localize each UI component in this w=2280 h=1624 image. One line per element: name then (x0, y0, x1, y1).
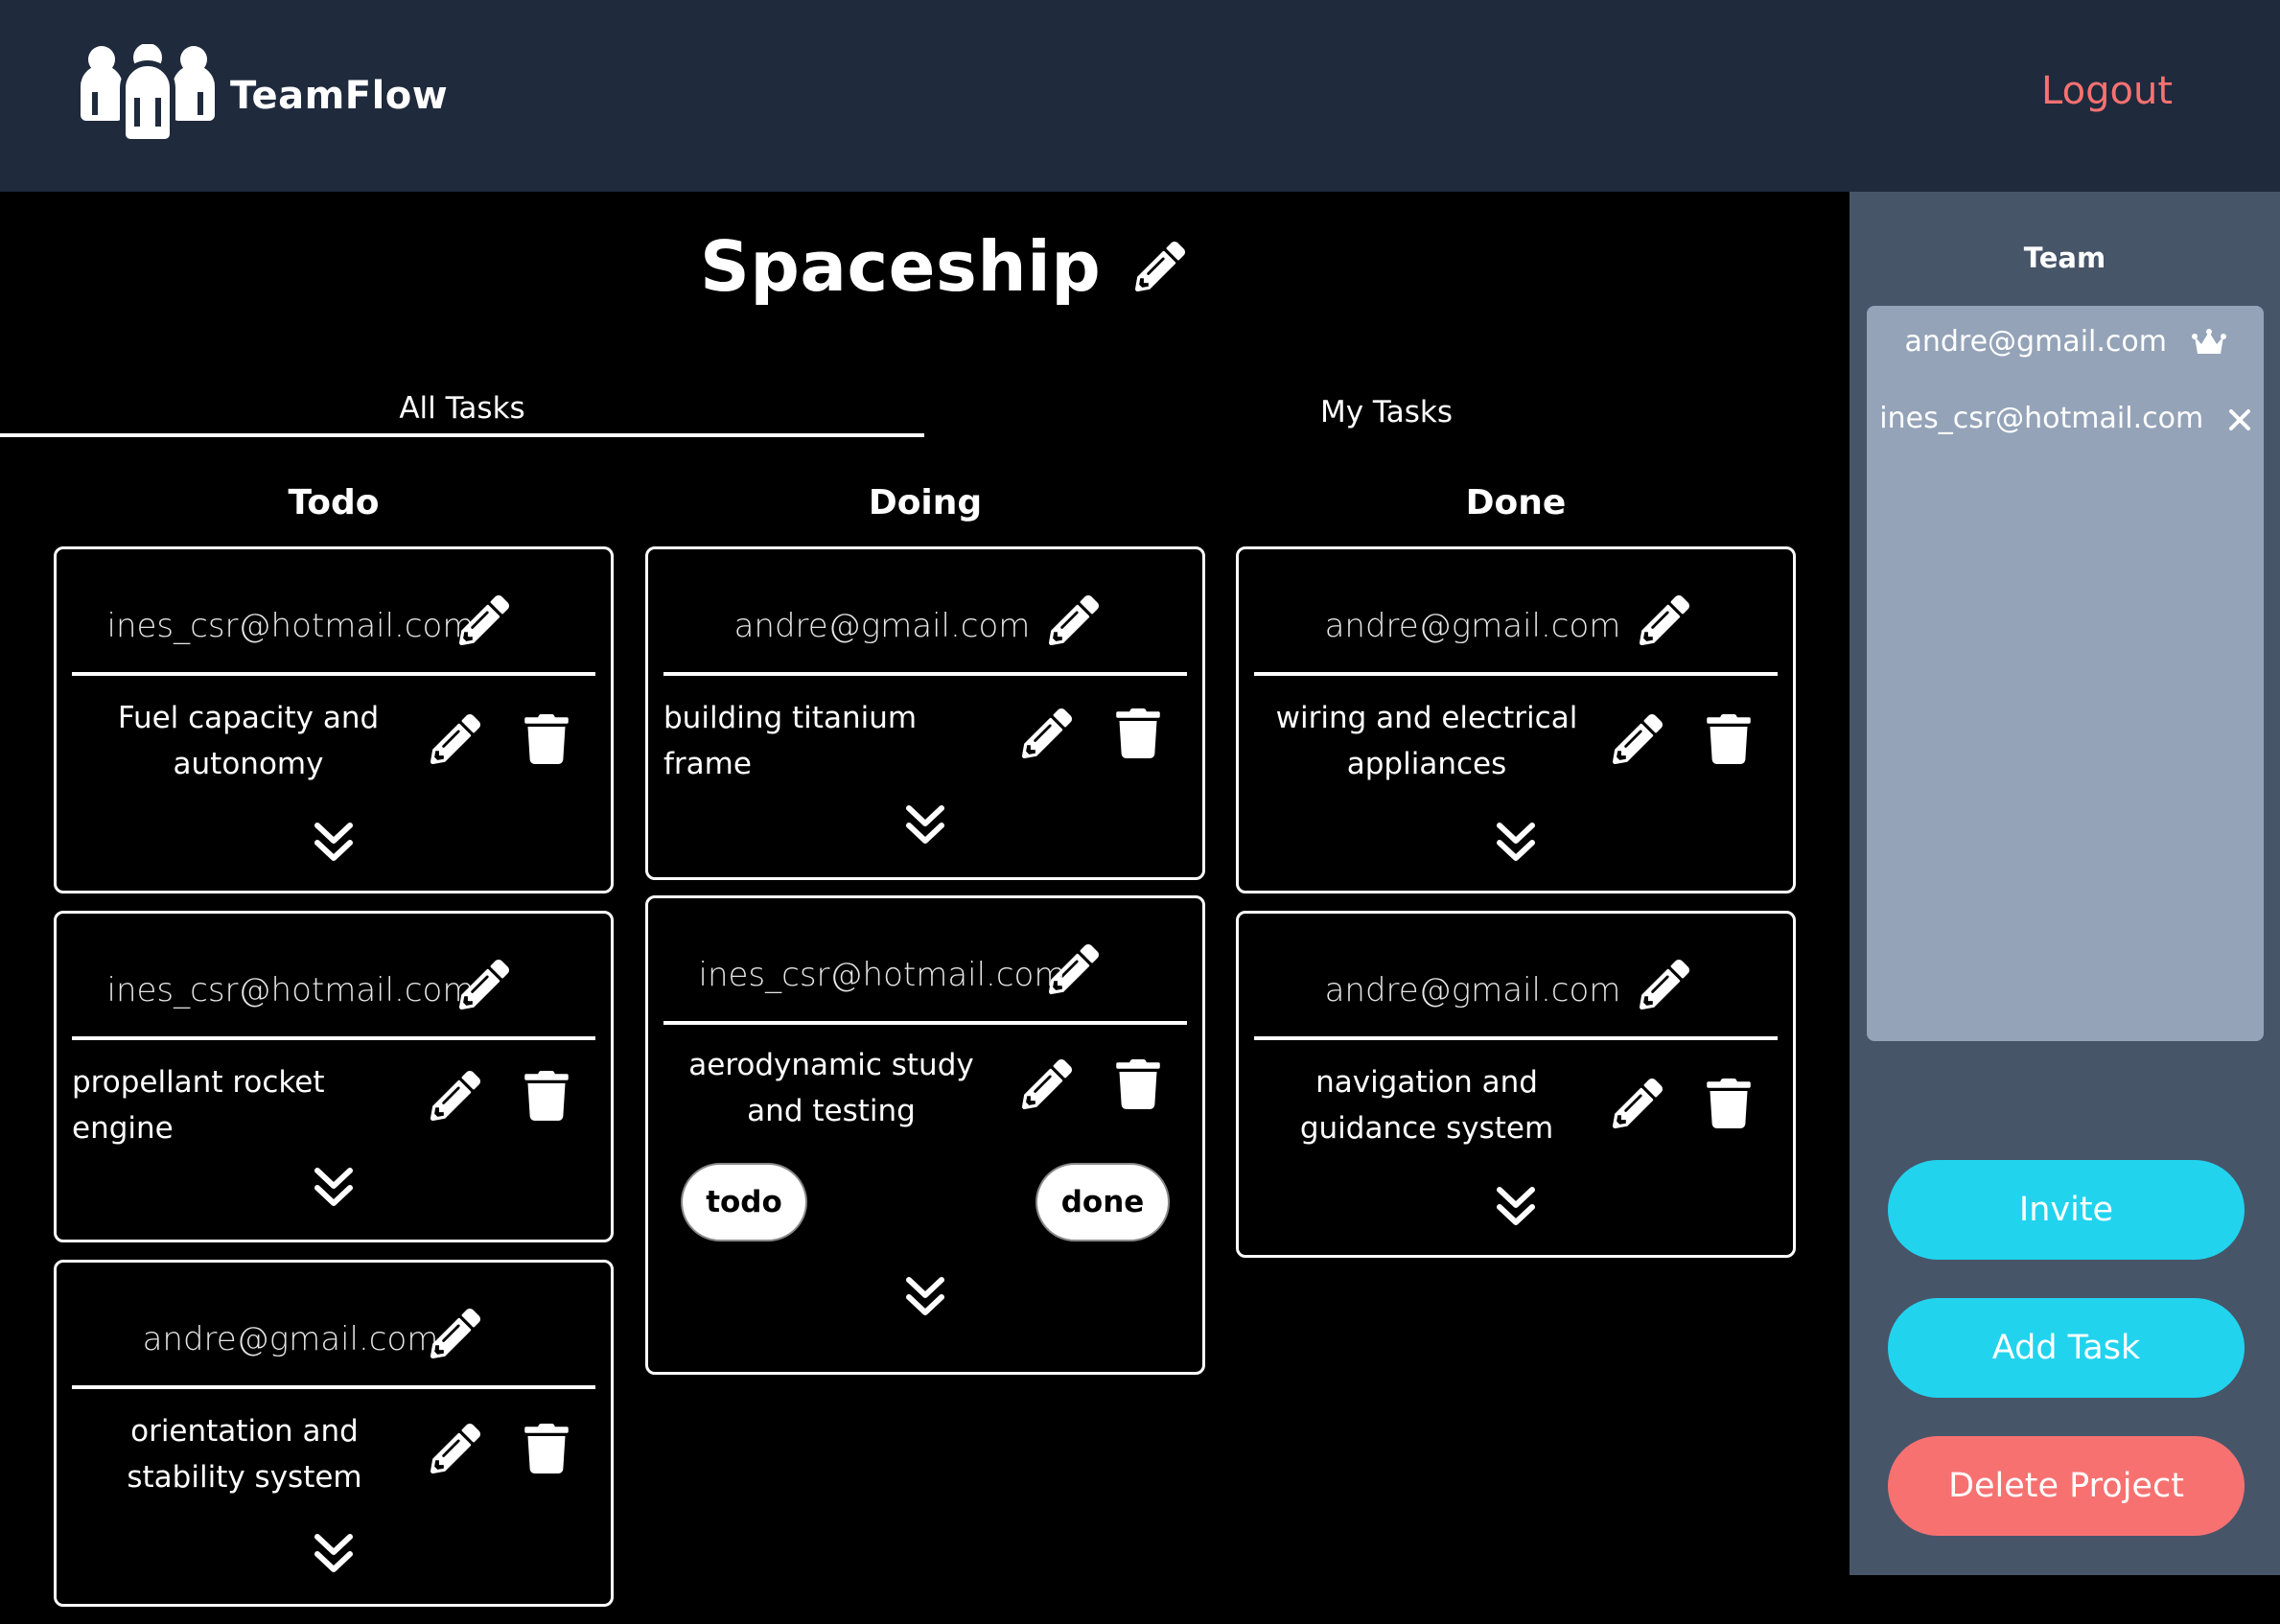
app-name: TeamFlow (230, 74, 449, 118)
top-navbar: TeamFlow Logout (0, 0, 2280, 192)
task-card: andre@gmail.com orientation and stabilit… (54, 1260, 614, 1607)
task-assignee: ines_csr@hotmail.com (106, 971, 475, 1009)
column-title-doing: Doing (868, 483, 983, 522)
delete-task-trash-icon[interactable] (1116, 708, 1160, 758)
task-card: ines_csr@hotmail.com propellant rocket e… (54, 911, 614, 1242)
task-card: andre@gmail.com building titanium frame (645, 546, 1205, 880)
edit-task-pencil-icon[interactable] (430, 1071, 480, 1121)
task-card: andre@gmail.com wiring and electrical ap… (1236, 546, 1796, 893)
task-card-header: ines_csr@hotmail.com (72, 549, 595, 676)
task-card: ines_csr@hotmail.com aerodynamic study a… (645, 895, 1205, 1375)
tab-all-tasks[interactable]: All Tasks (0, 391, 924, 426)
edit-assignee-pencil-icon[interactable] (1049, 595, 1099, 645)
edit-task-pencil-icon[interactable] (1613, 714, 1663, 764)
task-card-header: andre@gmail.com (1254, 549, 1778, 676)
invite-button[interactable]: Invite (1888, 1160, 2245, 1260)
task-assignee: andre@gmail.com (1324, 607, 1621, 645)
delete-task-trash-icon[interactable] (1707, 1079, 1751, 1128)
crown-icon (2191, 328, 2226, 354)
task-title: navigation and guidance system (1299, 1065, 1554, 1146)
task-title: propellant rocket engine (72, 1065, 325, 1146)
edit-assignee-pencil-icon[interactable] (1049, 944, 1099, 994)
team-title: Team (2023, 242, 2106, 274)
task-assignee: andre@gmail.com (142, 1320, 439, 1358)
team-member-owner: andre@gmail.com (1867, 325, 2264, 359)
task-card-header: andre@gmail.com (1254, 914, 1778, 1040)
team-members-list: andre@gmail.com ines_csr@hotmail.com (1867, 306, 2264, 1041)
edit-assignee-pencil-icon[interactable] (430, 1309, 480, 1358)
project-title: Spaceship (700, 226, 1102, 307)
team-member: ines_csr@hotmail.com (1867, 402, 2264, 435)
task-title: orientation and stability system (127, 1414, 362, 1495)
task-card-header: andre@gmail.com (663, 549, 1187, 676)
expand-chevron-icon[interactable] (314, 1531, 354, 1575)
task-title: building titanium frame (663, 701, 918, 781)
delete-task-trash-icon[interactable] (1116, 1059, 1160, 1109)
delete-task-trash-icon[interactable] (524, 1424, 569, 1473)
task-assignee: ines_csr@hotmail.com (106, 607, 475, 645)
column-title-done: Done (1465, 483, 1567, 522)
task-assignee: andre@gmail.com (1324, 971, 1621, 1009)
team-sidebar: Team andre@gmail.com ines_csr@hotmail.co… (1850, 192, 2280, 1575)
member-email: andre@gmail.com (1904, 325, 2167, 359)
task-title: Fuel capacity and autonomy (117, 701, 380, 781)
delete-task-trash-icon[interactable] (524, 714, 569, 764)
active-tab-indicator (0, 433, 924, 437)
edit-task-pencil-icon[interactable] (1022, 1059, 1072, 1109)
edit-task-pencil-icon[interactable] (430, 714, 480, 764)
task-assignee: andre@gmail.com (733, 607, 1031, 645)
tab-my-tasks[interactable]: My Tasks (924, 395, 1849, 429)
delete-task-trash-icon[interactable] (1707, 714, 1751, 764)
task-card-header: andre@gmail.com (72, 1263, 595, 1389)
expand-chevron-icon[interactable] (314, 1165, 354, 1209)
delete-task-trash-icon[interactable] (524, 1071, 569, 1121)
edit-project-pencil-icon[interactable] (1135, 242, 1185, 291)
edit-assignee-pencil-icon[interactable] (459, 595, 509, 645)
task-card-header: ines_csr@hotmail.com (663, 898, 1187, 1025)
task-card: andre@gmail.com navigation and guidance … (1236, 911, 1796, 1258)
task-card-header: ines_csr@hotmail.com (72, 914, 595, 1040)
collapse-chevron-icon[interactable] (905, 1274, 945, 1318)
edit-task-pencil-icon[interactable] (430, 1424, 480, 1473)
expand-chevron-icon[interactable] (314, 820, 354, 864)
task-title: aerodynamic study and testing (688, 1048, 974, 1128)
team-logo-icon (81, 44, 215, 145)
task-title: wiring and electrical appliances (1275, 701, 1578, 781)
remove-member-x-icon[interactable] (2228, 408, 2251, 431)
edit-assignee-pencil-icon[interactable] (1640, 960, 1689, 1009)
edit-assignee-pencil-icon[interactable] (459, 960, 509, 1009)
edit-assignee-pencil-icon[interactable] (1640, 595, 1689, 645)
project-title-row: Spaceship (700, 226, 1185, 307)
task-card: ines_csr@hotmail.com Fuel capacity and a… (54, 546, 614, 893)
column-title-todo: Todo (288, 483, 380, 522)
edit-task-pencil-icon[interactable] (1022, 708, 1072, 758)
expand-chevron-icon[interactable] (905, 802, 945, 847)
logout-link[interactable]: Logout (2041, 69, 2173, 113)
expand-chevron-icon[interactable] (1496, 1184, 1536, 1228)
app-logo[interactable]: TeamFlow (75, 44, 448, 148)
add-task-button[interactable]: Add Task (1888, 1298, 2245, 1398)
edit-task-pencil-icon[interactable] (1613, 1079, 1663, 1128)
move-to-todo-button[interactable]: todo (681, 1163, 807, 1241)
expand-chevron-icon[interactable] (1496, 820, 1536, 864)
member-email: ines_csr@hotmail.com (1879, 402, 2204, 435)
task-assignee: ines_csr@hotmail.com (698, 956, 1066, 994)
move-to-done-button[interactable]: done (1035, 1163, 1170, 1241)
delete-project-button[interactable]: Delete Project (1888, 1436, 2245, 1536)
